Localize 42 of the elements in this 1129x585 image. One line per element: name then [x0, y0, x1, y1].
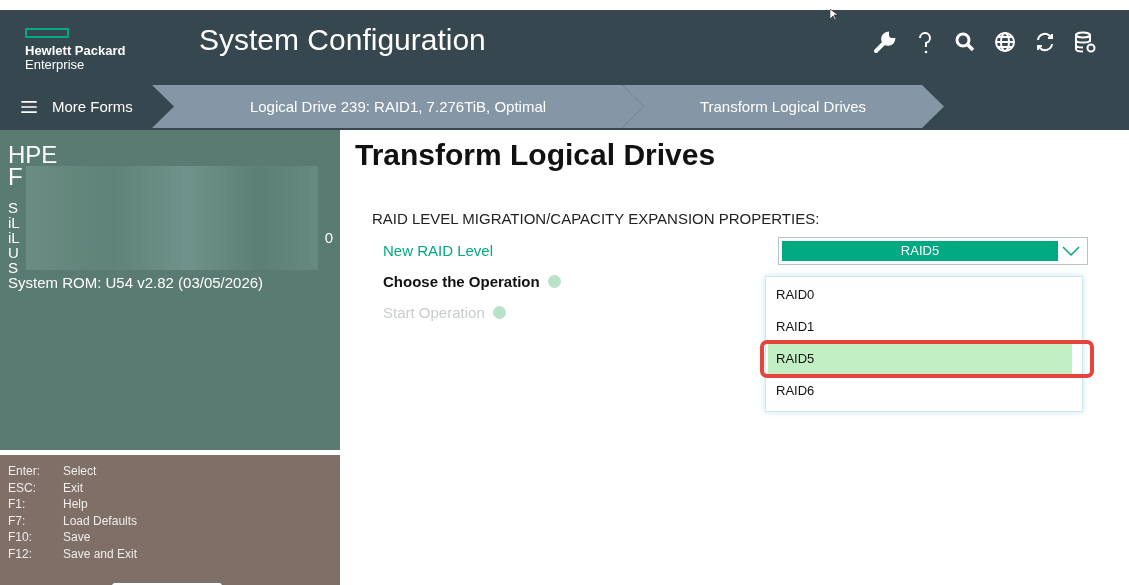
- key-name: ESC:: [8, 479, 37, 496]
- app-title: System Configuration: [199, 22, 486, 57]
- system-heading: F: [8, 166, 24, 188]
- page-title: Transform Logical Drives: [355, 138, 717, 172]
- database-icon[interactable]: [1073, 29, 1097, 54]
- key-name: F7:: [8, 512, 27, 529]
- key-action: Select: [63, 463, 97, 480]
- key-action: Exit: [63, 479, 83, 496]
- arrow-circle-icon: [492, 306, 506, 319]
- dropdown-option[interactable]: RAID0: [768, 279, 1072, 311]
- globe-icon[interactable]: [993, 29, 1017, 54]
- section-heading: RAID LEVEL MIGRATION/CAPACITY EXPANSION PROPERTIES:: [372, 210, 821, 227]
- field-label: New RAID Level: [383, 242, 495, 259]
- action-link[interactable]: Choose the Operation: [383, 273, 540, 290]
- key-name: F12:: [8, 545, 33, 562]
- dropdown-option[interactable]: RAID5: [768, 343, 1072, 375]
- info-text: U: [8, 245, 19, 260]
- mouse-pointer-icon: [830, 9, 838, 21]
- dropdown-option[interactable]: RAID1: [768, 311, 1072, 343]
- logo-text: Hewlett Packard: [25, 44, 127, 58]
- info-text: iL: [8, 230, 20, 245]
- dropdown-option[interactable]: RAID6: [768, 375, 1072, 407]
- more-forms-menu[interactable]: More Forms: [0, 85, 152, 128]
- rom-version-text: System ROM: U54 v2.82 (03/05/2026): [8, 275, 265, 291]
- key-action: Help: [63, 496, 88, 513]
- info-text: S: [8, 260, 18, 275]
- info-text: iL: [8, 215, 20, 230]
- info-text: S: [8, 200, 18, 215]
- logo-mark-icon: [25, 28, 69, 38]
- key-name: F10:: [8, 529, 33, 546]
- key-action: Load Defaults: [63, 512, 138, 529]
- key-name: F1:: [8, 496, 27, 513]
- wrench-icon[interactable]: [873, 29, 897, 54]
- arrow-circle-icon: [547, 275, 561, 288]
- logo-text: Enterprise: [25, 58, 86, 71]
- chevron-down-icon: [1060, 244, 1082, 257]
- key-action: Save: [63, 529, 91, 546]
- system-heading: HPE: [8, 144, 59, 166]
- key-action: Save and Exit: [63, 545, 138, 562]
- menu-icon: [20, 100, 38, 113]
- key-name: Enter:: [8, 463, 41, 480]
- info-text: 0: [324, 230, 333, 245]
